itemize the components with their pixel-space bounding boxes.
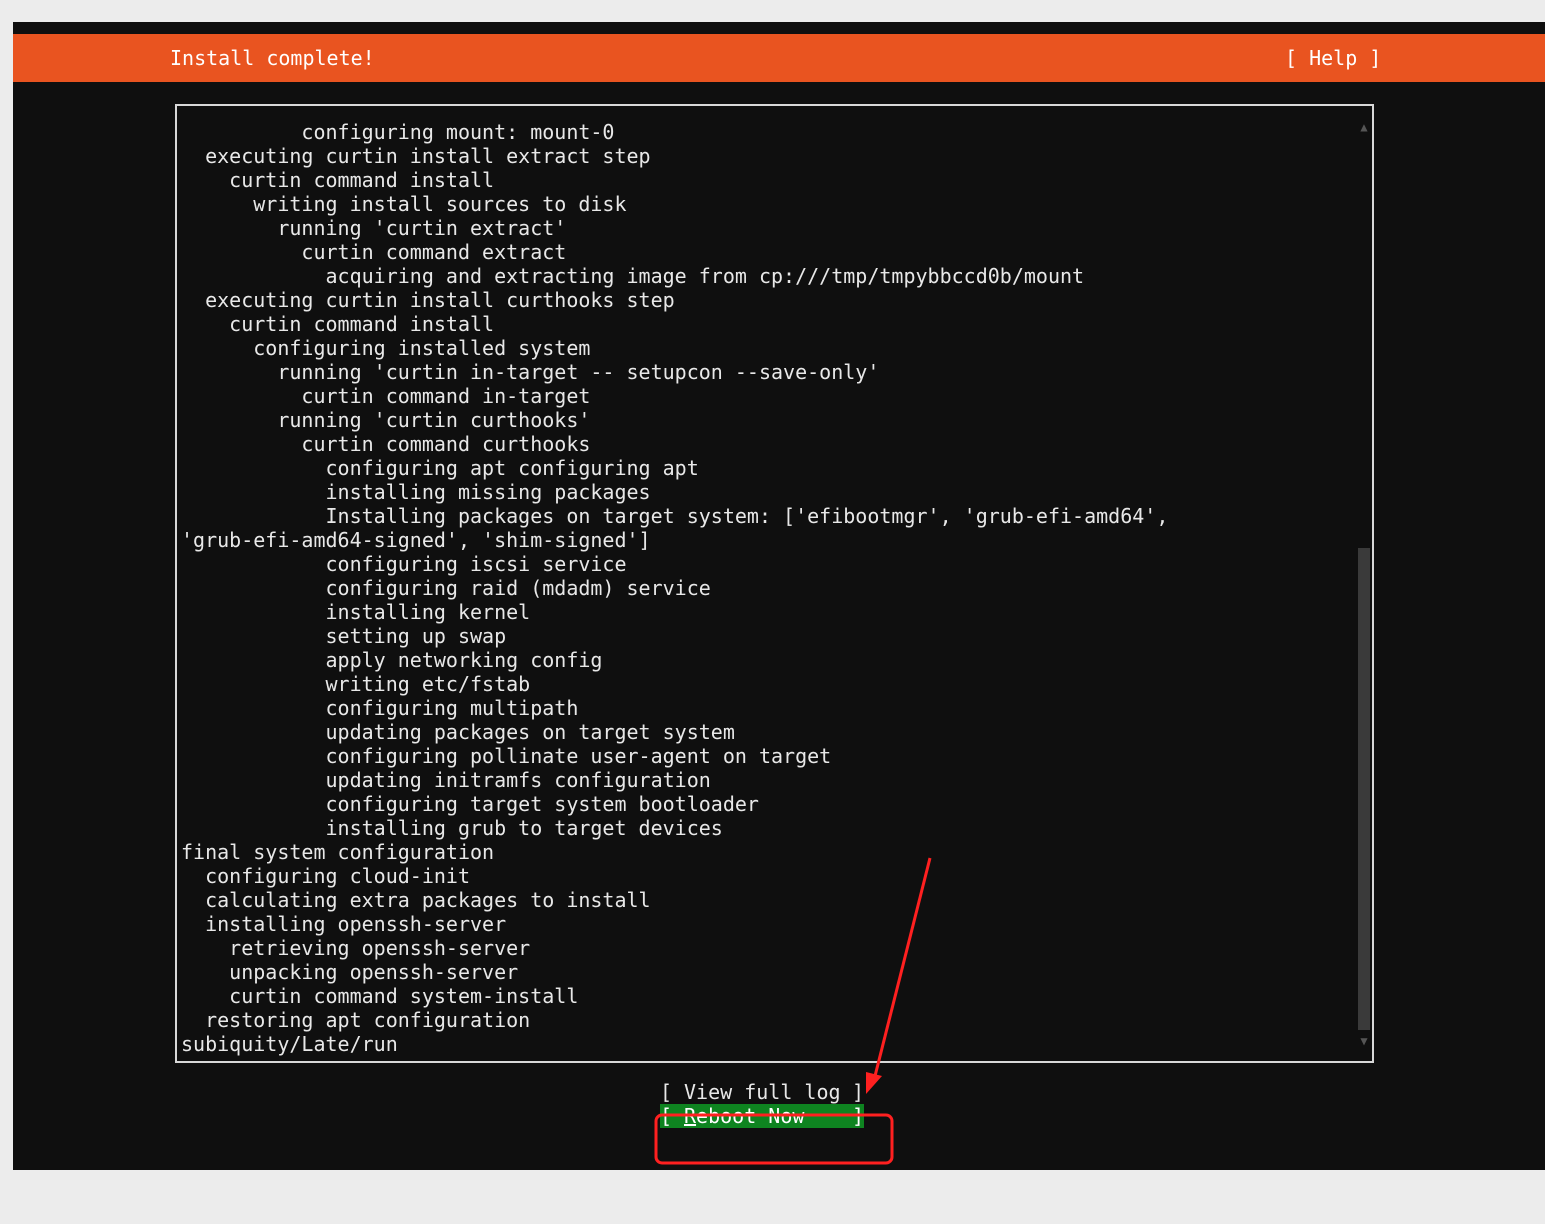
log-line: restoring apt configuration [181, 1008, 531, 1032]
log-line: setting up swap [181, 624, 507, 648]
page-title: Install complete! [170, 46, 375, 70]
log-line: running 'curtin in-target -- setupcon --… [181, 360, 880, 384]
log-line: executing curtin install curthooks step [181, 288, 675, 312]
log-line: unpacking openssh-server [181, 960, 519, 984]
log-line: installing kernel [181, 600, 531, 624]
log-line: final system configuration [181, 840, 495, 864]
log-line: configuring raid (mdadm) service [181, 576, 711, 600]
scroll-up-arrow-icon[interactable]: ▲ [1357, 120, 1371, 134]
action-buttons: [ View full log ] [ Reboot Now ] [660, 1080, 870, 1128]
log-line: curtin command curthooks [181, 432, 591, 456]
scrollbar[interactable] [1358, 138, 1370, 1030]
scroll-down-arrow-icon[interactable]: ▼ [1357, 1034, 1371, 1048]
log-line: writing etc/fstab [181, 672, 531, 696]
log-line: installing openssh-server [181, 912, 507, 936]
log-line: calculating extra packages to install [181, 888, 651, 912]
log-line: curtin command install [181, 168, 495, 192]
log-line: configuring cloud-init [181, 864, 470, 888]
log-line: running 'curtin curthooks' [181, 408, 591, 432]
view-full-log-label: View full log [684, 1080, 841, 1104]
install-log-lines: configuring mount: mount-0 executing cur… [181, 120, 1168, 1056]
log-line: updating initramfs configuration [181, 768, 711, 792]
header-bar: Install complete! [ Help ] [13, 34, 1545, 82]
log-line: configuring mount: mount-0 [181, 120, 615, 144]
installer-screen: Install complete! [ Help ] configuring m… [13, 22, 1545, 1170]
log-line: curtin command in-target [181, 384, 591, 408]
log-line: curtin command extract [181, 240, 567, 264]
log-line: configuring target system bootloader [181, 792, 759, 816]
log-line: installing missing packages [181, 480, 651, 504]
install-log-panel[interactable]: configuring mount: mount-0 executing cur… [175, 104, 1374, 1063]
log-line: 'grub-efi-amd64-signed', 'shim-signed'] [181, 528, 651, 552]
help-button[interactable]: [ Help ] [1285, 46, 1381, 70]
log-line: configuring installed system [181, 336, 591, 360]
log-line: executing curtin install extract step [181, 144, 651, 168]
log-line: configuring multipath [181, 696, 579, 720]
log-line: curtin command system-install [181, 984, 579, 1008]
log-line: configuring pollinate user-agent on targ… [181, 744, 832, 768]
log-line: curtin command install [181, 312, 495, 336]
log-line: apply networking config [181, 648, 603, 672]
log-line: subiquity/Late/run [181, 1032, 398, 1056]
log-line: Installing packages on target system: ['… [181, 504, 1169, 528]
log-line: retrieving openssh-server [181, 936, 531, 960]
log-line: acquiring and extracting image from cp:/… [181, 264, 1085, 288]
log-line: updating packages on target system [181, 720, 735, 744]
view-full-log-button[interactable]: [ View full log ] [660, 1080, 864, 1104]
reboot-now-button[interactable]: [ Reboot Now ] [660, 1104, 864, 1128]
log-line: installing grub to target devices [181, 816, 723, 840]
log-line: writing install sources to disk [181, 192, 627, 216]
log-line: configuring iscsi service [181, 552, 627, 576]
log-line: configuring apt configuring apt [181, 456, 699, 480]
reboot-now-label: Reboot Now [684, 1104, 805, 1128]
log-line: running 'curtin extract' [181, 216, 567, 240]
scrollbar-thumb[interactable] [1358, 548, 1370, 1030]
